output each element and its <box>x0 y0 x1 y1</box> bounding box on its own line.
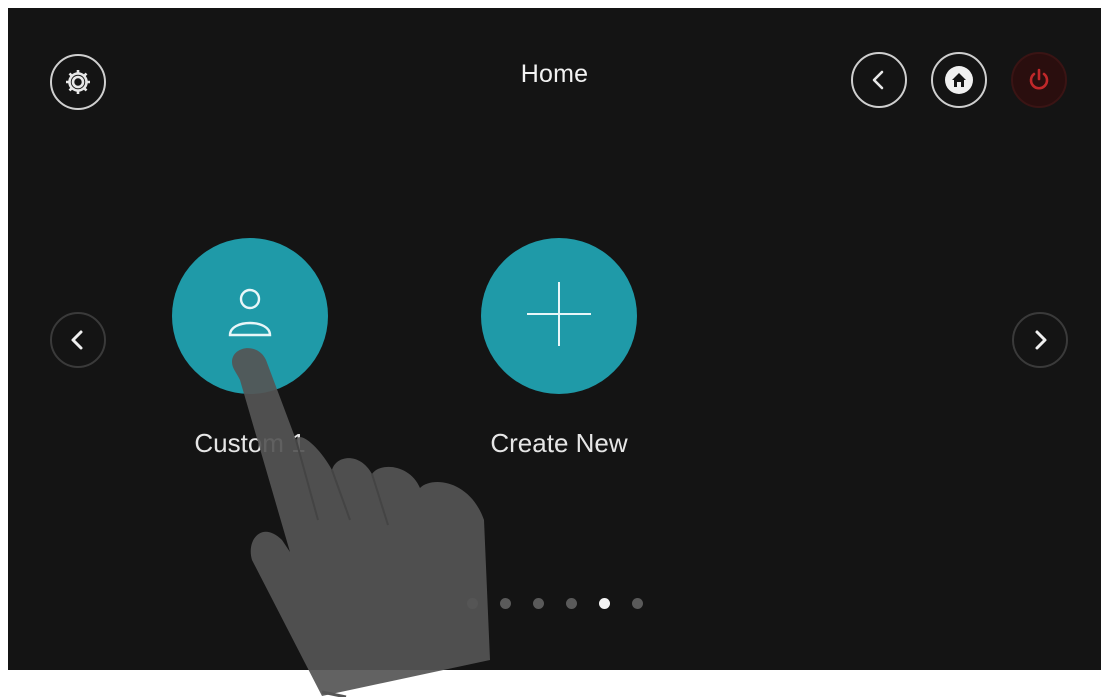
plus-icon <box>519 274 599 359</box>
page-indicator <box>8 598 1101 609</box>
back-button[interactable] <box>851 52 907 108</box>
tile-custom-1[interactable]: Custom 1 <box>145 238 355 459</box>
chevron-left-icon <box>65 327 91 353</box>
house-icon <box>944 65 974 95</box>
home-button[interactable] <box>931 52 987 108</box>
power-button[interactable] <box>1011 52 1067 108</box>
page-dot[interactable] <box>631 598 643 609</box>
page-dot[interactable] <box>499 598 511 609</box>
chevron-right-icon <box>1027 327 1053 353</box>
previous-page-button[interactable] <box>50 312 106 368</box>
power-icon <box>1025 66 1053 94</box>
tile-create-new-button[interactable] <box>481 238 637 394</box>
page-dot-active[interactable] <box>598 598 610 609</box>
device-screen: Home Custom 1 Create New <box>8 8 1101 670</box>
tile-label: Create New <box>490 428 628 458</box>
tile-label: Custom 1 <box>194 428 306 458</box>
user-icon <box>215 279 285 354</box>
tile-custom-1-button[interactable] <box>172 238 328 394</box>
page-dot[interactable] <box>565 598 577 609</box>
next-page-button[interactable] <box>1012 312 1068 368</box>
tile-create-new[interactable]: Create New <box>454 238 664 459</box>
page-dot[interactable] <box>466 598 478 609</box>
chevron-left-icon <box>866 67 892 93</box>
page-dot[interactable] <box>532 598 544 609</box>
